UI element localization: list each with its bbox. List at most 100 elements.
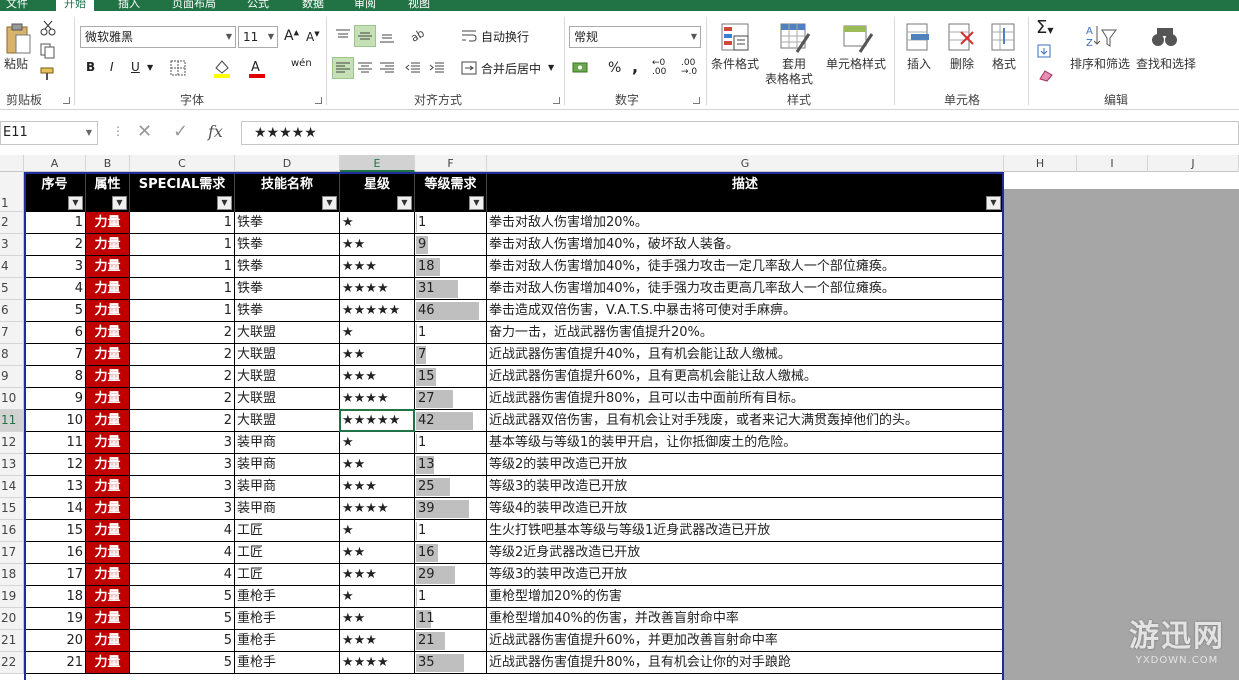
increase-decimal-icon[interactable]: ←0.00 [652,59,666,77]
filter-dropdown-icon[interactable]: ▼ [112,196,127,210]
filter-dropdown-icon[interactable]: ▼ [469,196,484,210]
cell-attribute[interactable]: 力量 [86,256,130,278]
accounting-format-icon[interactable] [572,60,590,76]
cell-level[interactable]: 1 [415,520,487,542]
cell-id[interactable]: 7 [24,344,86,366]
decrease-indent-icon[interactable] [405,60,421,76]
tab-2[interactable]: 插入 [118,0,140,11]
cell-stars[interactable]: ★ [340,322,415,344]
cell-special[interactable]: 5 [130,586,235,608]
cell-skill-name[interactable]: 大联盟 [235,322,340,344]
italic-button[interactable]: I [110,60,114,74]
cell-stars[interactable]: ★★★★★ [340,410,415,432]
cell-attribute[interactable]: 力量 [86,278,130,300]
cell-skill-name[interactable]: 铁拳 [235,212,340,234]
cell-attribute[interactable]: 力量 [86,344,130,366]
tab-5[interactable]: 数据 [302,0,324,11]
column-header-A[interactable]: A [24,155,86,172]
row-header[interactable]: 18 [0,564,24,586]
cell-id[interactable]: 14 [24,498,86,520]
cell-skill-name[interactable]: 大联盟 [235,344,340,366]
cell-skill-name[interactable]: 铁拳 [235,234,340,256]
clear-icon[interactable] [1037,67,1059,83]
cell-stars[interactable]: ★ [340,432,415,454]
cell-skill-name[interactable]: 铁拳 [235,256,340,278]
align-top-icon[interactable] [335,28,351,44]
filter-dropdown-icon[interactable]: ▼ [986,196,1001,210]
row-header[interactable]: 3 [0,234,24,256]
cell-id[interactable]: 17 [24,564,86,586]
tab-7[interactable]: 视图 [408,0,430,11]
insert-cells-button[interactable]: 插入 [907,55,931,72]
column-header-D[interactable]: D [235,155,340,172]
row-header[interactable]: 22 [0,652,24,674]
cell-description[interactable]: 等级3的装甲改造已开放 [487,564,1004,586]
increase-font-icon[interactable]: A▲ [284,28,299,44]
cell-description[interactable]: 基本等级与等级1的装甲开启，让你抵御废土的危险。 [487,432,1004,454]
font-size-select[interactable]: 11 ▼ [238,26,278,48]
row-header[interactable]: 8 [0,344,24,366]
cell-description[interactable]: 生火打铁吧基本等级与等级1近身武器改造已开放 [487,520,1004,542]
cell-level[interactable]: 13 [415,454,487,476]
cell-skill-name[interactable]: 工匠 [235,520,340,542]
cell-id[interactable]: 5 [24,300,86,322]
cell-id[interactable]: 8 [24,366,86,388]
cell-styles-icon[interactable] [842,22,874,54]
cell-stars[interactable]: ★★ [340,344,415,366]
paste-button[interactable]: 粘贴 [4,55,28,72]
cell-description[interactable]: 拳击造成双倍伤害，V.A.T.S.中暴击将可使对手麻痹。 [487,300,1004,322]
row-header[interactable]: 11 [0,410,24,432]
cell-level[interactable]: 21 [415,630,487,652]
cell-special[interactable]: 5 [130,630,235,652]
align-middle-icon[interactable] [357,28,373,44]
cell-level[interactable]: 1 [415,432,487,454]
cell-skill-name[interactable]: 装甲商 [235,432,340,454]
cell-id[interactable]: 15 [24,520,86,542]
cell-id[interactable]: 9 [24,388,86,410]
cell-level[interactable]: 1 [415,212,487,234]
underline-dropdown-icon[interactable]: ▼ [147,63,153,72]
number-format-select[interactable]: 常规 ▼ [569,26,701,48]
cell-skill-name[interactable]: 工匠 [235,542,340,564]
cell-stars[interactable]: ★★★★ [340,388,415,410]
cell-description[interactable]: 近战武器双倍伤害，且有机会让对手残废，或者来记大满贯轰掉他们的头。 [487,410,1004,432]
tab-1[interactable]: 开始 [56,0,94,11]
cell-stars[interactable]: ★★★★ [340,498,415,520]
sort-filter-icon[interactable]: AZ [1084,22,1118,54]
cell-special[interactable]: 5 [130,652,235,674]
cell-special[interactable]: 1 [130,234,235,256]
cell-stars[interactable]: ★★★ [340,256,415,278]
column-header-J[interactable]: J [1148,155,1239,172]
insert-cells-icon[interactable] [905,22,935,52]
cell-description[interactable]: 拳击对敌人伤害增加20%。 [487,212,1004,234]
increase-indent-icon[interactable] [429,60,445,76]
cell-attribute[interactable]: 力量 [86,322,130,344]
format-table-label-2[interactable]: 表格格式 [765,70,813,87]
row-header[interactable]: 12 [0,432,24,454]
cell-attribute[interactable]: 力量 [86,630,130,652]
cell-description[interactable]: 等级2近身武器改造已开放 [487,542,1004,564]
cell-stars[interactable]: ★★ [340,542,415,564]
font-color-icon[interactable]: A [248,58,266,78]
insert-function-icon[interactable]: fx [208,122,223,141]
cell-skill-name[interactable]: 重枪手 [235,586,340,608]
column-header-B[interactable]: B [86,155,130,172]
filter-dropdown-icon[interactable]: ▼ [397,196,412,210]
cell-special[interactable]: 3 [130,454,235,476]
cell-special[interactable]: 2 [130,322,235,344]
cell-skill-name[interactable]: 铁拳 [235,300,340,322]
cell-special[interactable]: 3 [130,476,235,498]
cell-level[interactable]: 27 [415,388,487,410]
cell-special[interactable]: 1 [130,278,235,300]
cell-id[interactable]: 21 [24,652,86,674]
cell-stars[interactable]: ★★★★★ [340,300,415,322]
cell-skill-name[interactable]: 大联盟 [235,388,340,410]
format-painter-icon[interactable] [40,66,58,82]
cell-id[interactable]: 1 [24,212,86,234]
cell-attribute[interactable]: 力量 [86,432,130,454]
cell-skill-name[interactable]: 铁拳 [235,278,340,300]
cell-stars[interactable]: ★★★ [340,366,415,388]
percent-button[interactable]: % [608,60,621,76]
tab-4[interactable]: 公式 [247,0,269,11]
row-header[interactable]: 10 [0,388,24,410]
